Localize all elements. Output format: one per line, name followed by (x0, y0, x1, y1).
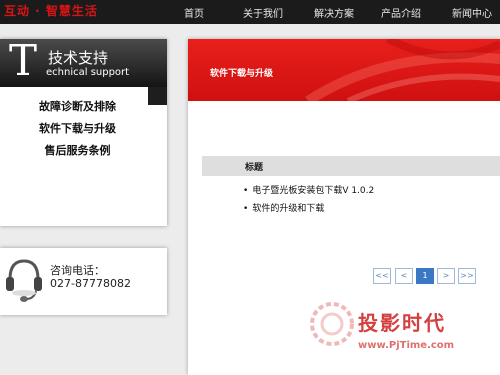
tech-support-header: T 技术支持 echnical support (0, 36, 167, 87)
menu-after-sales[interactable]: 售后服务条例 (0, 140, 155, 162)
main-panel-header: 软件下载与升级 (188, 39, 500, 101)
nav-home[interactable]: 首页 (184, 5, 204, 20)
bullet-icon: • (243, 204, 249, 214)
main-panel-title: 软件下载与升级 (210, 69, 274, 79)
column-title: 标题 (245, 163, 264, 173)
menu-troubleshooting[interactable]: 故障诊断及排除 (0, 96, 155, 118)
nav-products[interactable]: 产品介绍 (381, 5, 421, 20)
list-item-text[interactable]: 软件的升级和下载 (252, 204, 324, 214)
watermark-logo-icon (310, 302, 354, 346)
support-big-letter: T (9, 36, 38, 85)
support-subtitle: echnical support (46, 67, 130, 78)
contact-box: 咨询电话： 027-87778082 (0, 248, 167, 315)
tech-support-box: T 技术支持 echnical support 故障诊断及排除 软件下载与升级 … (0, 36, 167, 226)
main-nav: 首页 关于我们 解决方案 产品介绍 新闻中心 (0, 5, 500, 21)
headset-icon (6, 259, 42, 302)
nav-solutions[interactable]: 解决方案 (314, 5, 354, 20)
table-header: 标题 (202, 156, 500, 176)
bullet-icon: • (243, 186, 249, 196)
nav-about[interactable]: 关于我们 (243, 5, 283, 20)
page-last-button[interactable]: >> (458, 268, 476, 284)
watermark-url: www.PjTime.com (358, 340, 455, 351)
page-first-button[interactable]: << (373, 268, 391, 284)
page-current-button[interactable]: 1 (416, 268, 434, 284)
support-menu: 故障诊断及排除 软件下载与升级 售后服务条例 (0, 96, 155, 162)
watermark-title: 投影时代 (358, 311, 446, 335)
nav-news[interactable]: 新闻中心 (452, 5, 492, 20)
list-item[interactable]: • 电子暨光板安装包下载V 1.0.2 (243, 183, 374, 196)
contact-phone: 027-87778082 (50, 277, 131, 290)
page-prev-button[interactable]: < (395, 268, 413, 284)
list-item-text[interactable]: 电子暨光板安装包下载V 1.0.2 (252, 186, 374, 196)
top-bar: 互动 · 智慧生活 首页 关于我们 解决方案 产品介绍 新闻中心 (0, 0, 500, 24)
menu-software-download[interactable]: 软件下载与升级 (0, 118, 155, 140)
contact-label: 咨询电话： (50, 264, 105, 277)
list-item[interactable]: • 软件的升级和下载 (243, 201, 324, 214)
page-next-button[interactable]: > (437, 268, 455, 284)
support-title: 技术支持 (48, 49, 109, 67)
